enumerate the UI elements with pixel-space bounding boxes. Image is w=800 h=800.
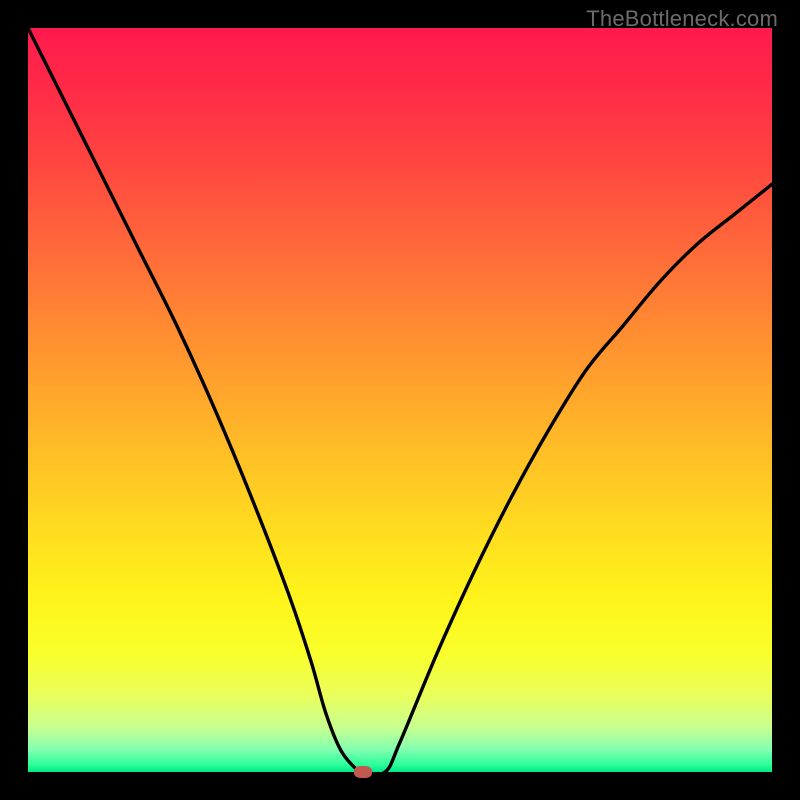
optimal-point-marker — [354, 766, 372, 778]
bottleneck-curve — [28, 28, 772, 772]
plot-area — [28, 28, 772, 772]
chart-frame: TheBottleneck.com — [0, 0, 800, 800]
